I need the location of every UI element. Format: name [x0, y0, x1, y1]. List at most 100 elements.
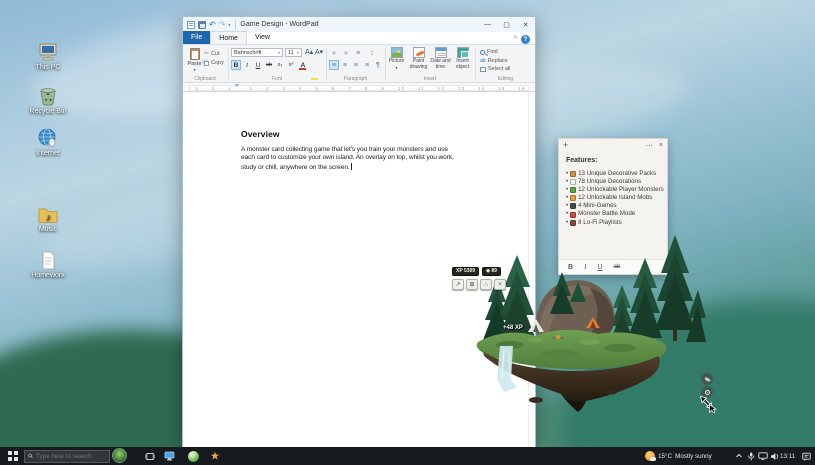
music-folder-icon: ♪	[36, 204, 60, 225]
features-list: 13 Unique Decorative Packs 78 Unique Dec…	[566, 170, 664, 227]
picture-icon	[391, 47, 403, 58]
green-orb-icon	[188, 451, 199, 462]
replace-button[interactable]: abReplace	[480, 58, 508, 64]
save-icon[interactable]	[198, 21, 206, 29]
desktop-icon-recycle-bin[interactable]: Recycle Bin	[16, 85, 80, 115]
ribbon-tabs: File Home View ^ ?	[183, 32, 535, 45]
grow-font-button[interactable]: A▴	[305, 48, 313, 56]
maximize-button[interactable]: ▢	[497, 17, 516, 32]
close-button[interactable]: ✕	[516, 17, 535, 32]
desktop-icon-label: Homework	[16, 272, 80, 279]
list-button[interactable]: ≡	[353, 48, 363, 58]
qat-dropdown-icon[interactable]: ▾	[228, 22, 230, 27]
stats-button[interactable]: ↗	[452, 279, 464, 290]
increase-indent-button[interactable]: »	[341, 48, 351, 58]
game-orb-button[interactable]	[184, 447, 202, 465]
select-all-button[interactable]: Select all	[480, 66, 510, 72]
align-right-button[interactable]: ≡	[351, 60, 361, 70]
copy-icon	[204, 61, 209, 66]
ruler[interactable]: · 3 · · 2 · · 1 · · · 1 · · 2 · · 3 · · …	[183, 83, 535, 92]
task-view-button[interactable]	[141, 447, 159, 465]
text-caret	[351, 163, 352, 170]
inventory-button[interactable]: ⊞	[466, 279, 478, 290]
taskbar-search[interactable]	[24, 450, 110, 463]
game-flower-button[interactable]	[206, 447, 224, 465]
document-line: study or chill, anywhere on the screen.	[241, 163, 454, 172]
cut-button[interactable]: ✂Cut	[204, 50, 224, 57]
note-menu-icon[interactable]: ⋯	[646, 142, 653, 150]
desktop-icon-homework[interactable]: Homework	[16, 250, 80, 279]
battle-red-icon	[570, 212, 576, 218]
justify-button[interactable]: ≡	[362, 60, 372, 70]
strikethrough-button[interactable]: ab	[264, 60, 274, 70]
display-icon	[758, 452, 768, 460]
list-item: 12 Unlockable Island Mobs	[566, 194, 664, 202]
computer-icon	[36, 42, 60, 63]
bold-button[interactable]: B	[231, 60, 241, 70]
superscript-button[interactable]: x²	[286, 60, 296, 70]
taskbar-island-app-icon[interactable]	[112, 448, 127, 463]
wordpad-app-icon[interactable]	[187, 21, 195, 29]
document-heading: Overview	[241, 129, 280, 139]
paragraph-dialog-button[interactable]: ¶	[373, 60, 383, 70]
new-note-button[interactable]: +	[563, 141, 568, 150]
notification-icon	[802, 452, 811, 461]
insert-object-button[interactable]: Insert object	[452, 47, 473, 70]
search-input[interactable]	[36, 453, 106, 460]
tray-expand-button[interactable]	[733, 447, 745, 465]
leaf-button[interactable]	[701, 373, 713, 385]
subscript-button[interactable]: x₂	[275, 60, 285, 70]
line-spacing-button[interactable]: ↕	[367, 48, 377, 58]
floating-island-graphic[interactable]	[440, 230, 706, 415]
underline-button[interactable]: U	[253, 60, 263, 70]
font-family-select[interactable]: Bahnschrift▾	[231, 48, 283, 57]
paw-button[interactable]: ∴	[480, 279, 492, 290]
paint-drawing-button[interactable]: Paint drawing	[408, 47, 429, 70]
desktop-icon-music[interactable]: ♪ Music	[16, 204, 80, 233]
date-time-button[interactable]: Date and time	[430, 47, 451, 70]
font-size-select[interactable]: 11▾	[285, 48, 302, 57]
desktop-icon-internet[interactable]: Internet	[16, 127, 80, 157]
clipboard-group: Paste ▾ ✂Cut Copy Clipboard	[183, 45, 227, 83]
windows-desktop: This PC Recycle Bin Internet ♪ Music	[0, 0, 815, 465]
ribbon: Paste ▾ ✂Cut Copy Clipboard Bahnschrift▾…	[183, 45, 535, 83]
paragraph-group: « » ≡ ↕ ≡ ≡ ≡ ≡ ¶ Paragraph	[327, 45, 384, 83]
italic-button[interactable]: I	[242, 60, 252, 70]
radio-icon	[570, 220, 576, 226]
redo-icon[interactable]: ↷	[219, 21, 226, 29]
taskbar-weather[interactable]: 15°C Mostly sunny	[645, 447, 712, 465]
list-item: 78 Unique Decorations	[566, 178, 664, 186]
undo-icon[interactable]: ↶	[209, 21, 216, 29]
decrease-indent-button[interactable]: «	[329, 48, 339, 58]
copy-button[interactable]: Copy	[204, 60, 224, 66]
action-center-button[interactable]	[799, 447, 814, 465]
align-center-button[interactable]: ≡	[340, 60, 350, 70]
minimize-button[interactable]: —	[478, 17, 497, 32]
desktop-icon-label: Recycle Bin	[16, 108, 80, 115]
insert-picture-button[interactable]: Picture▾	[386, 47, 407, 70]
tab-file[interactable]: File	[183, 31, 210, 44]
help-icon[interactable]: ?	[521, 35, 530, 44]
tray-clock[interactable]: 13:11	[780, 447, 795, 465]
overlay-close-button[interactable]: ×	[494, 279, 506, 290]
desktop-icon-this-pc[interactable]: This PC	[16, 42, 80, 71]
shrink-font-button[interactable]: A▾	[315, 48, 323, 56]
sticky-note-header[interactable]: + ⋯ ×	[559, 139, 667, 152]
font-color-button[interactable]: A	[298, 60, 308, 70]
gem-badge: ◆ 89	[482, 267, 501, 276]
align-left-button[interactable]: ≡	[329, 60, 339, 70]
tab-home[interactable]: Home	[210, 31, 247, 44]
indent-marker[interactable]	[235, 84, 239, 87]
note-close-icon[interactable]: ×	[659, 142, 663, 150]
taskbar: 15°C Mostly sunny	[0, 447, 815, 465]
file-explorer-button[interactable]	[160, 447, 178, 465]
find-button[interactable]: Find	[480, 49, 498, 55]
tab-view[interactable]: View	[247, 31, 278, 44]
wordpad-titlebar[interactable]: ↶ ↷ ▾ Game Design - WordPad — ▢ ✕	[183, 17, 535, 32]
leaf-icon	[704, 376, 710, 382]
paste-button[interactable]: Paste ▾	[186, 48, 203, 74]
sun-cloud-icon	[645, 451, 655, 461]
collapse-ribbon-icon[interactable]: ^	[514, 36, 517, 43]
start-button[interactable]	[4, 447, 22, 465]
cards-pack-icon	[570, 171, 576, 177]
